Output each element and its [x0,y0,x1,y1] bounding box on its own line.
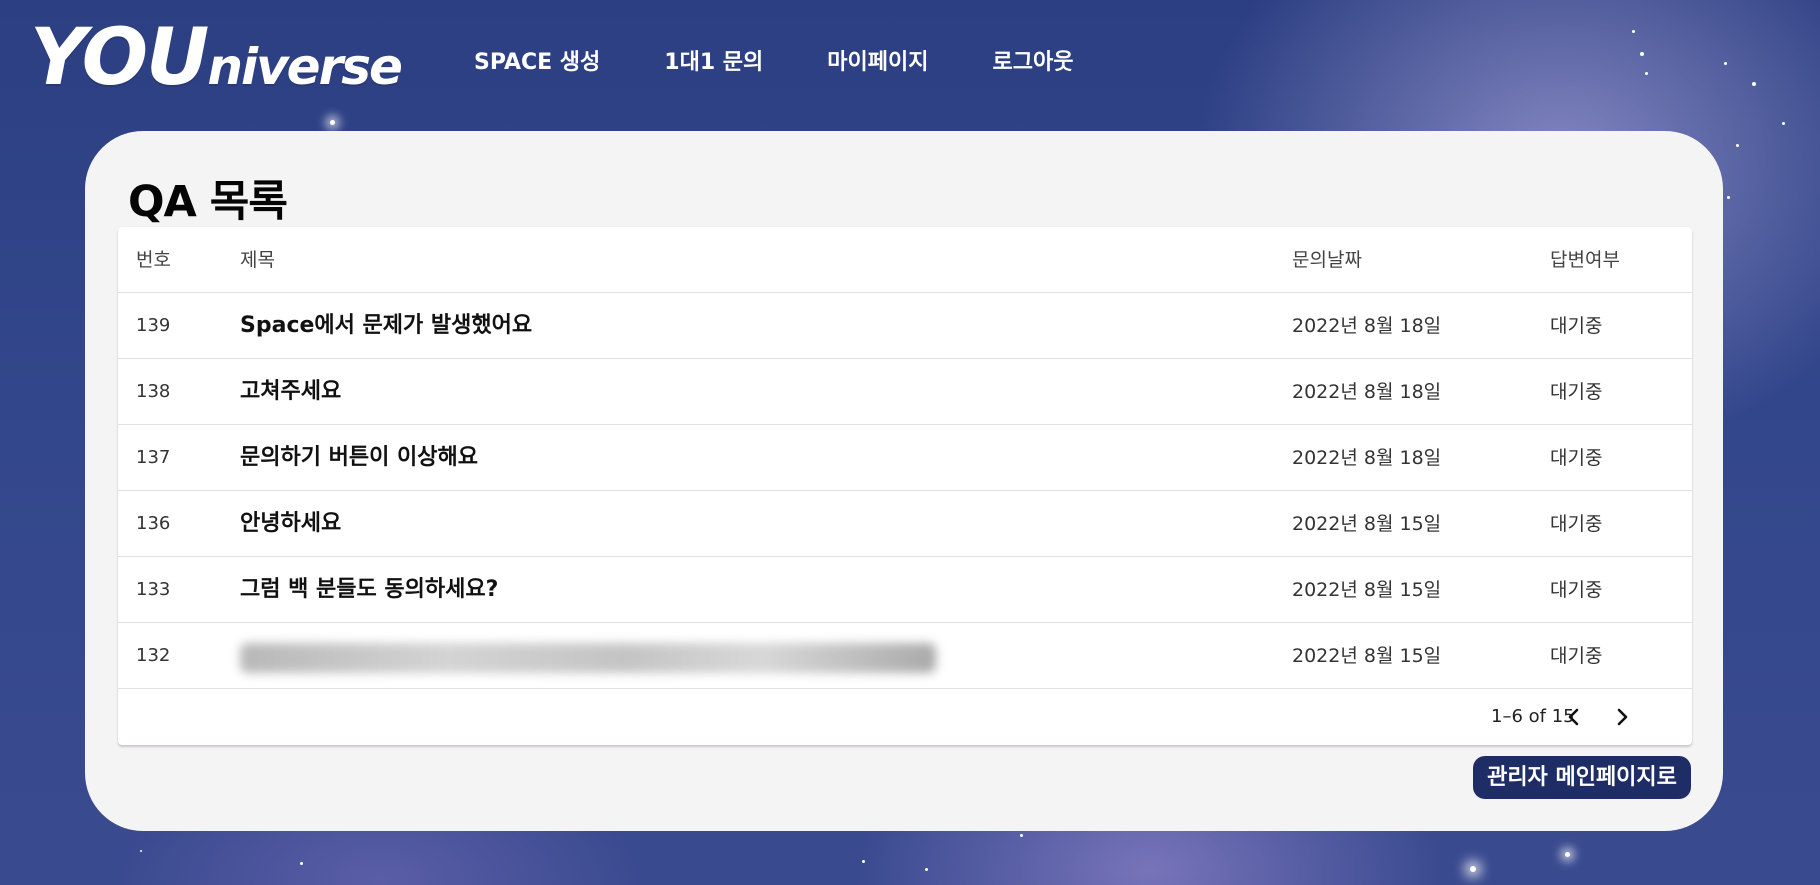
row-status: 대기중 [1550,579,1603,601]
row-status: 대기중 [1550,513,1603,535]
row-date: 2022년 8월 18일 [1292,315,1442,337]
row-title[interactable]: 그럼 백 분들도 동의하세요? [240,557,498,623]
logo-text-you: YOU [30,13,209,103]
page-title: QA 목록 [128,177,288,227]
chevron-left-icon [1568,708,1579,726]
nav-menu: SPACE 생성 1대1 문의 마이페이지 로그아웃 [474,44,1073,76]
table-pagination: 1–6 of 15 [118,689,1692,745]
row-number: 133 [136,579,171,600]
table-row[interactable]: 133 그럼 백 분들도 동의하세요? 2022년 8월 15일 대기중 [118,557,1692,623]
column-header-no: 번호 [136,249,171,271]
row-date: 2022년 8월 15일 [1292,645,1442,667]
column-header-date: 문의날짜 [1292,249,1362,271]
row-number: 132 [136,645,171,666]
nav-link-logout[interactable]: 로그아웃 [993,44,1074,76]
qa-list-card: QA 목록 번호 제목 문의날짜 답변여부 139 Space에서 문제가 발생… [85,131,1723,831]
table-header-row: 번호 제목 문의날짜 답변여부 [118,227,1692,293]
column-header-title: 제목 [240,249,275,271]
row-date: 2022년 8월 15일 [1292,579,1442,601]
row-status: 대기중 [1550,447,1603,469]
nav-link-mypage[interactable]: 마이페이지 [827,44,928,76]
logo-text-niverse: niverse [207,38,403,96]
prev-page-button[interactable] [1556,699,1592,735]
table-row[interactable]: 132 2022년 8월 15일 대기중 [118,623,1692,689]
row-number: 137 [136,447,171,468]
table-row[interactable]: 137 문의하기 버튼이 이상해요 2022년 8월 18일 대기중 [118,425,1692,491]
table-row[interactable]: 136 안녕하세요 2022년 8월 15일 대기중 [118,491,1692,557]
row-status: 대기중 [1550,645,1603,667]
table-row[interactable]: 138 고쳐주세요 2022년 8월 18일 대기중 [118,359,1692,425]
row-status: 대기중 [1550,315,1603,337]
row-number: 139 [136,315,171,336]
chevron-right-icon [1617,708,1628,726]
row-title[interactable]: 안녕하세요 [240,491,341,557]
row-title[interactable]: 문의하기 버튼이 이상해요 [240,425,478,491]
qa-table: 번호 제목 문의날짜 답변여부 139 Space에서 문제가 발생했어요 20… [118,227,1692,745]
row-date: 2022년 8월 18일 [1292,447,1442,469]
row-number: 138 [136,381,171,402]
admin-main-page-button[interactable]: 관리자 메인페이지로 [1473,756,1691,799]
row-status: 대기중 [1550,381,1603,403]
nav-link-create-space[interactable]: SPACE 생성 [474,44,600,76]
row-title[interactable]: 고쳐주세요 [240,359,341,425]
row-date: 2022년 8월 15일 [1292,513,1442,535]
next-page-button[interactable] [1604,699,1640,735]
row-date: 2022년 8월 18일 [1292,381,1442,403]
nav-link-inquiry[interactable]: 1대1 문의 [664,44,763,76]
row-title[interactable]: Space에서 문제가 발생했어요 [240,293,532,359]
row-title-blurred[interactable] [240,643,936,673]
column-header-status: 답변여부 [1550,249,1620,271]
table-row[interactable]: 139 Space에서 문제가 발생했어요 2022년 8월 18일 대기중 [118,293,1692,359]
youniverse-logo[interactable]: YOUniverse [30,18,403,98]
row-number: 136 [136,513,171,534]
top-navigation: YOUniverse SPACE 생성 1대1 문의 마이페이지 로그아웃 [0,0,1820,120]
